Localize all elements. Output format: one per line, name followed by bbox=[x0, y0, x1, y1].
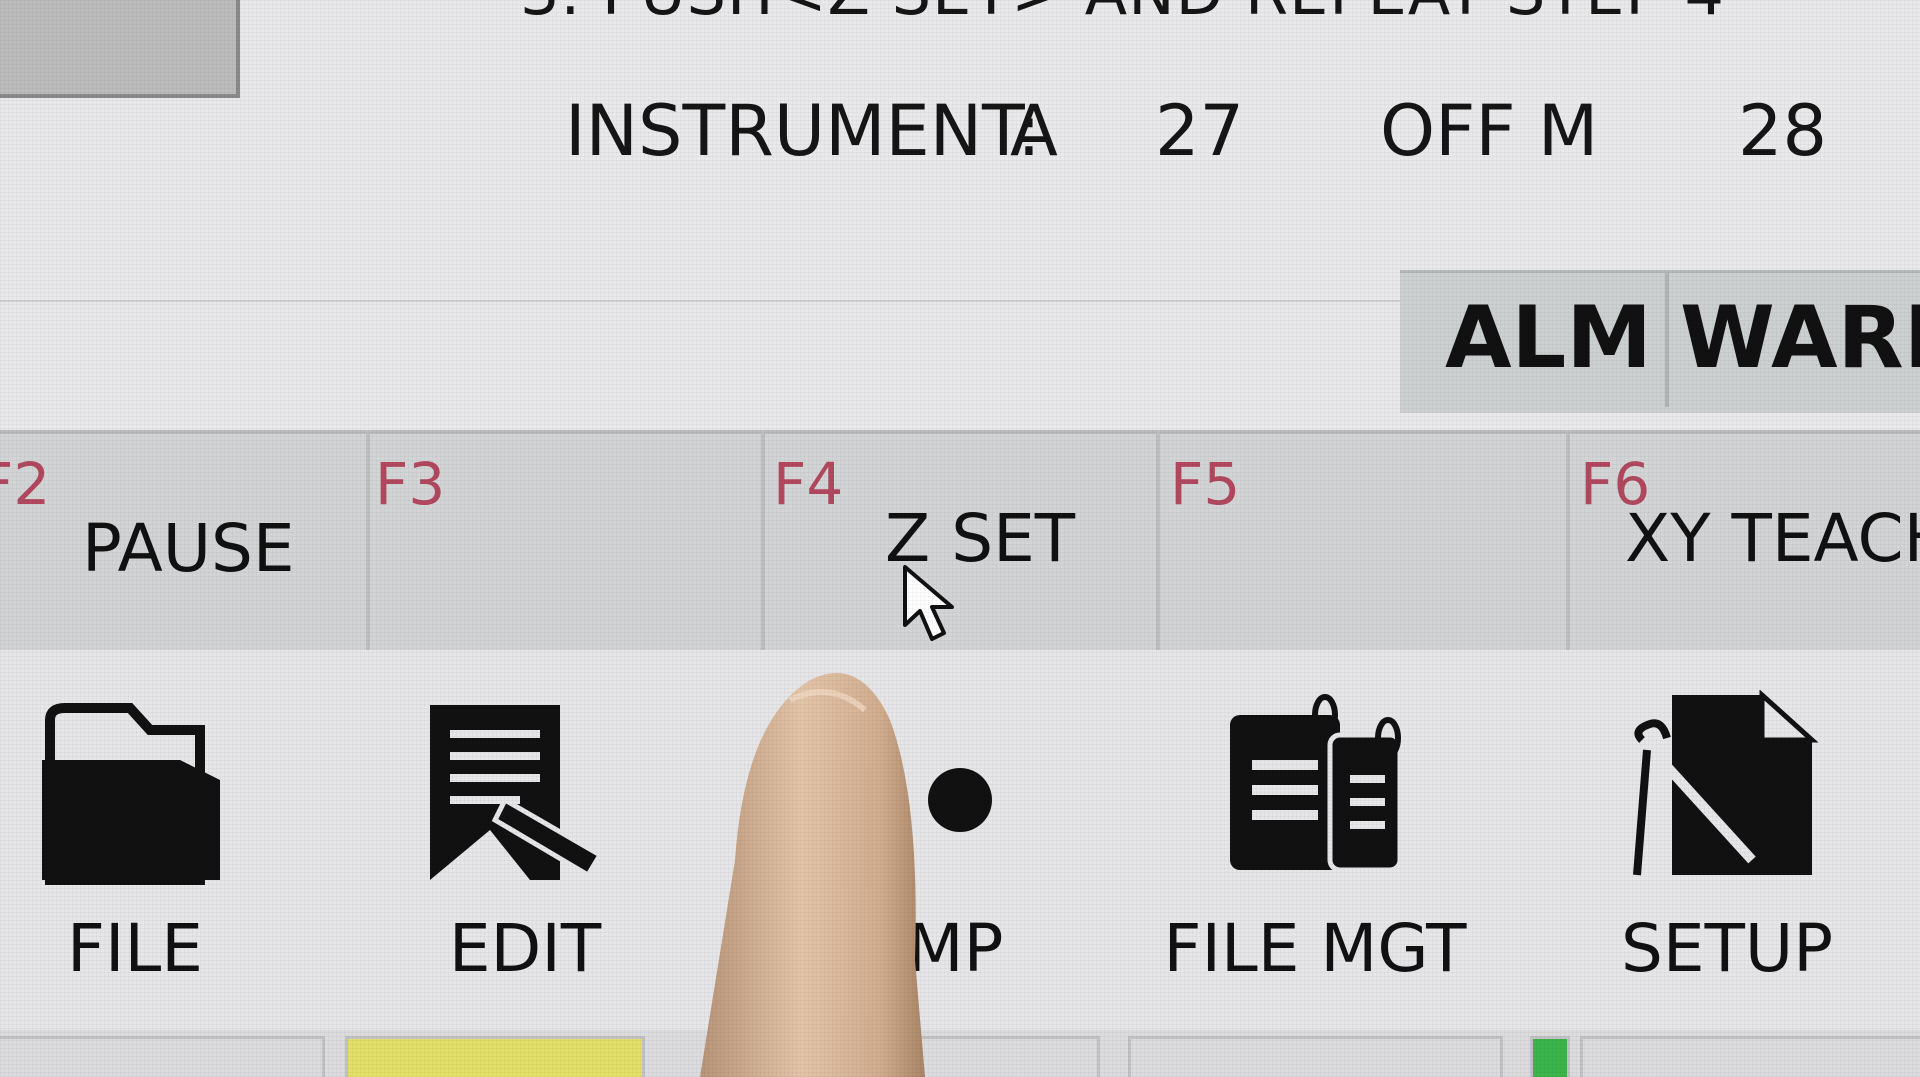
fkey-f3[interactable]: F3 bbox=[370, 430, 765, 650]
alm-button[interactable]: ALM bbox=[1445, 288, 1652, 388]
bottom-cell bbox=[1580, 1036, 1920, 1077]
fkey-number: F4 bbox=[773, 450, 844, 518]
menu-edit-button[interactable]: EDIT bbox=[410, 690, 640, 1010]
fkey-label: PAUSE bbox=[82, 510, 295, 587]
fkey-f2[interactable]: F2 PAUSE bbox=[0, 430, 370, 650]
fkey-number: F2 bbox=[0, 450, 51, 518]
offset-number: 28 bbox=[1738, 90, 1828, 172]
menu-label: FILE bbox=[67, 910, 203, 987]
fkey-label: XY TEACH bbox=[1625, 500, 1920, 577]
pointing-finger bbox=[700, 673, 925, 1077]
offset-label: OFF M bbox=[1380, 90, 1599, 172]
fkey-number: F3 bbox=[375, 450, 446, 518]
menu-label: FILE MGT bbox=[1163, 910, 1467, 987]
instruction-text: 3. PUSH<Z SET> AND REPEAT STEP 4 bbox=[520, 0, 1725, 29]
menu-file-mgt-button[interactable]: FILE MGT bbox=[1164, 690, 1466, 1010]
fkey-f6[interactable]: F6 XY TEACH bbox=[1570, 430, 1920, 650]
menu-label: SETUP bbox=[1620, 910, 1834, 987]
bottom-cell bbox=[1128, 1036, 1503, 1077]
clipboard-files-icon bbox=[1230, 694, 1403, 873]
divider bbox=[0, 300, 1400, 302]
instrument-number: 27 bbox=[1155, 90, 1245, 172]
fkey-f5[interactable]: F5 bbox=[1160, 430, 1570, 650]
bottom-cell bbox=[0, 1036, 325, 1077]
menu-file-button[interactable]: FILE bbox=[20, 690, 250, 1010]
warn-button[interactable]: WARN bbox=[1680, 288, 1920, 388]
alarm-separator bbox=[1665, 272, 1669, 407]
bottom-yellow-indicator bbox=[345, 1036, 645, 1077]
corner-panel bbox=[0, 0, 240, 98]
fkey-number: F5 bbox=[1170, 450, 1241, 518]
edit-document-icon bbox=[430, 705, 604, 880]
menu-setup-button[interactable]: SETUP bbox=[1612, 690, 1842, 1010]
setup-tools-icon bbox=[1633, 690, 1819, 876]
instrument-label: INSTRUMENT: bbox=[565, 90, 1041, 172]
instrument-value: A bbox=[1010, 90, 1058, 172]
folder-icon bbox=[42, 703, 220, 885]
bottom-green-indicator bbox=[1530, 1036, 1570, 1077]
mouse-cursor-icon bbox=[903, 565, 954, 641]
